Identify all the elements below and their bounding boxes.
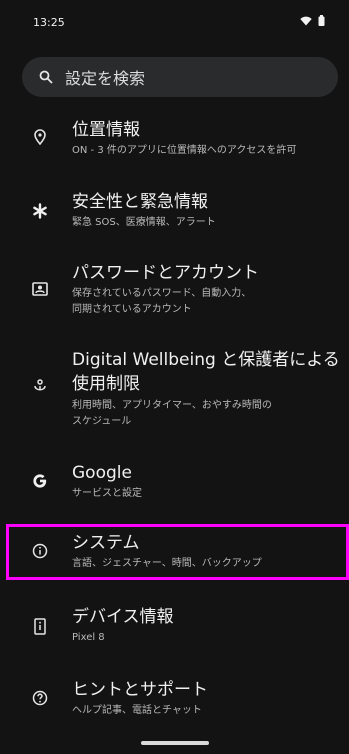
search-icon [37,68,55,86]
settings-item-digital-wellbeing[interactable]: Digital Wellbeing と保護者による 使用制限 利用時間、アプリタ… [0,345,349,435]
item-title: パスワードとアカウント [72,263,259,283]
settings-item-location[interactable]: 位置情報 ON - 3 件のアプリに位置情報へのアクセスを許可 [0,114,349,164]
status-icons [300,15,325,26]
item-title: システム [72,533,140,553]
item-title: ヒントとサポート [72,680,208,700]
item-subtitle-line-1: 保存されているパスワード、自動入力、 [72,288,252,299]
phone-info-icon [30,616,50,636]
item-title: 安全性と緊急情報 [72,192,208,212]
help-icon [30,688,50,708]
item-subtitle: 言語、ジェスチャー、時間、バックアップ [72,558,262,569]
settings-item-system[interactable]: システム 言語、ジェスチャー、時間、バックアップ [0,531,349,575]
battery-icon [318,15,325,26]
status-bar: 13:25 [0,0,349,44]
search-bar[interactable]: 設定を検索 [22,57,338,97]
status-time: 13:25 [33,16,65,29]
info-icon [30,541,50,561]
location-pin-icon [30,127,50,147]
item-subtitle: サービスと設定 [72,488,142,499]
wellbeing-icon [30,376,50,396]
item-title: Google [72,463,132,483]
item-title-line-1: Digital Wellbeing と保護者による [72,350,340,370]
search-placeholder: 設定を検索 [65,69,146,88]
settings-item-google[interactable]: Google サービスと設定 [0,459,349,509]
settings-item-tips-support[interactable]: ヒントとサポート ヘルプ記事、電話とチャット [0,676,349,724]
contact-card-icon [30,279,50,299]
settings-item-passwords-accounts[interactable]: パスワードとアカウント 保存されているパスワード、自動入力、 同期されているアカ… [0,259,349,325]
asterisk-icon [30,201,50,221]
settings-item-device-info[interactable]: デバイス情報 Pixel 8 [0,603,349,651]
item-subtitle-line-1: 利用時間、アプリタイマー、おやすみ時間の [72,400,272,411]
google-g-icon [30,471,50,491]
item-subtitle-line-2: スケジュール [72,416,132,427]
item-title-line-2: 使用制限 [72,374,140,394]
item-subtitle: ヘルプ記事、電話とチャット [72,705,202,716]
settings-item-safety[interactable]: 安全性と緊急情報 緊急 SOS、医療情報、アラート [0,188,349,238]
item-subtitle: ON - 3 件のアプリに位置情報へのアクセスを許可 [72,145,297,156]
item-subtitle: Pixel 8 [72,632,105,643]
wifi-icon [300,16,312,26]
item-title: 位置情報 [72,120,140,140]
gesture-nav-handle[interactable] [141,741,209,745]
item-title: デバイス情報 [72,607,174,627]
item-subtitle-line-2: 同期されているアカウント [72,304,192,315]
item-subtitle: 緊急 SOS、医療情報、アラート [72,217,216,228]
